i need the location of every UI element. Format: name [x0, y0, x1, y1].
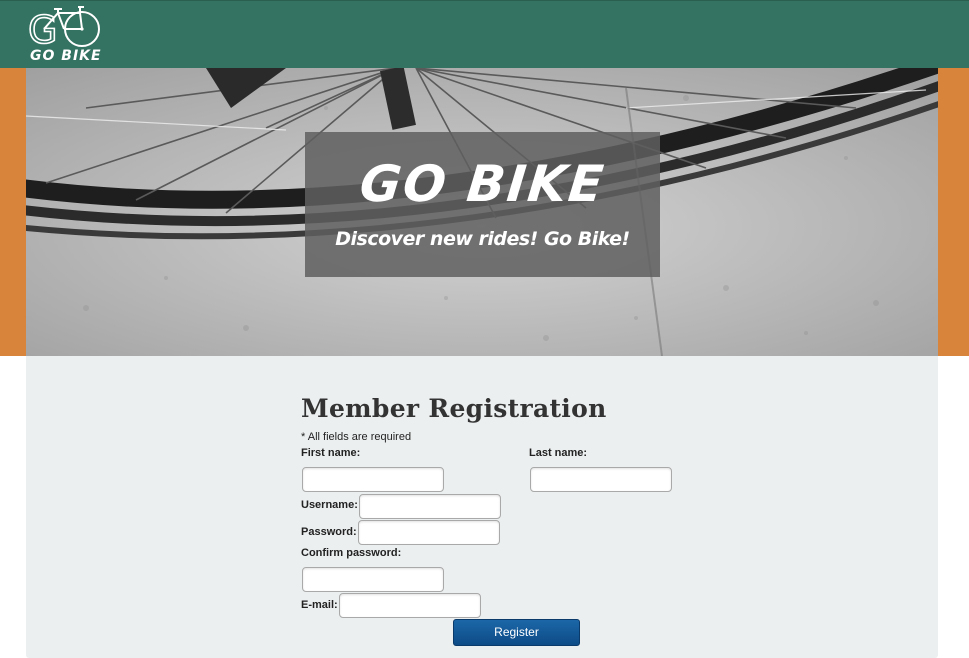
- required-note: * All fields are required: [301, 431, 412, 443]
- first-name-field[interactable]: [302, 467, 444, 492]
- hero-side-bar-left: [0, 68, 26, 356]
- form-title: Member Registration: [301, 394, 607, 423]
- password-field[interactable]: [358, 520, 500, 545]
- password-label: Password:: [301, 526, 357, 538]
- svg-text:G: G: [28, 8, 57, 49]
- last-name-label: Last name:: [529, 447, 588, 459]
- username-field[interactable]: [359, 494, 501, 519]
- hero-title: GO BIKE: [357, 155, 608, 213]
- username-label: Username:: [301, 499, 358, 511]
- hero-side-bar-right: [938, 68, 969, 356]
- email-field[interactable]: [339, 593, 481, 618]
- hero-title-box: GO BIKE Discover new rides! Go Bike!: [305, 132, 660, 277]
- confirm-password-field[interactable]: [302, 567, 444, 592]
- first-name-label: First name:: [301, 447, 361, 459]
- hero-banner: GO BIKE Discover new rides! Go Bike!: [26, 68, 938, 356]
- confirm-password-label: Confirm password:: [301, 547, 402, 559]
- email-label: E-mail:: [301, 599, 338, 611]
- bicycle-icon: G: [28, 6, 100, 49]
- logo-text: GO BIKE: [30, 48, 102, 64]
- hero-subtitle: Discover new rides! Go Bike!: [335, 228, 630, 250]
- last-name-field[interactable]: [530, 467, 672, 492]
- top-header: G GO BIKE: [0, 0, 969, 68]
- logo[interactable]: G GO BIKE: [28, 5, 106, 65]
- register-button[interactable]: Register: [453, 619, 580, 646]
